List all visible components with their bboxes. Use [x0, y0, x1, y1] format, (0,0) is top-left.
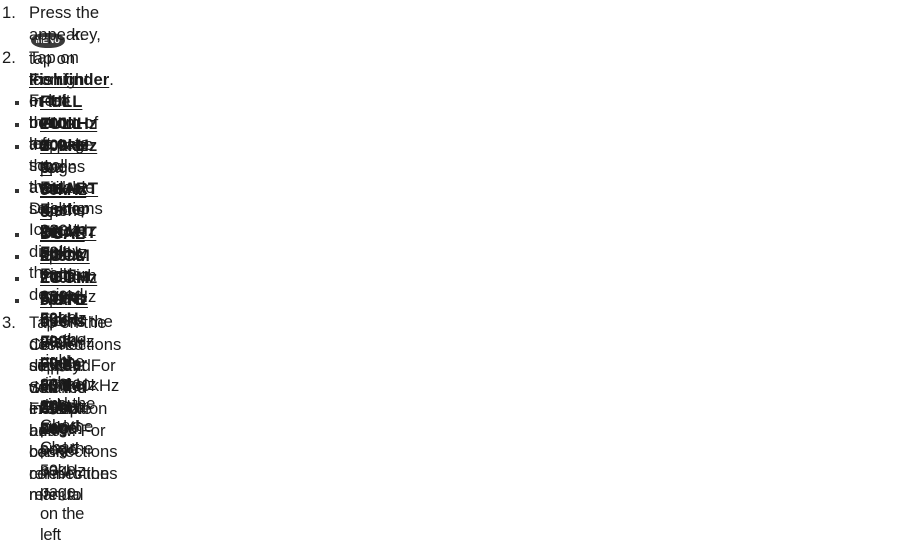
step-1-number: 1. — [2, 3, 16, 22]
step-3-line-3: supplied with the FF525. — [29, 356, 91, 418]
bullet-marker — [15, 277, 19, 281]
bullet-marker — [15, 123, 19, 127]
bullet-marker — [15, 255, 19, 259]
bullet-label: AUTO — [40, 290, 87, 309]
step-1-line-2: appear. — [29, 24, 85, 44]
bullet-marker — [15, 101, 19, 105]
bullet-marker — [15, 233, 19, 237]
bullet-marker — [15, 145, 19, 149]
bullet-marker — [15, 299, 19, 303]
step-2-number: 2. — [2, 48, 16, 67]
bullet-label: DUAL — [40, 224, 85, 243]
bullet-marker — [15, 189, 19, 193]
step-3-number: 3. — [2, 313, 16, 332]
manual-page: 1. Press the MENU key, tap on Fishfinder… — [0, 0, 903, 544]
step-1-text-a: Press the — [29, 3, 100, 22]
